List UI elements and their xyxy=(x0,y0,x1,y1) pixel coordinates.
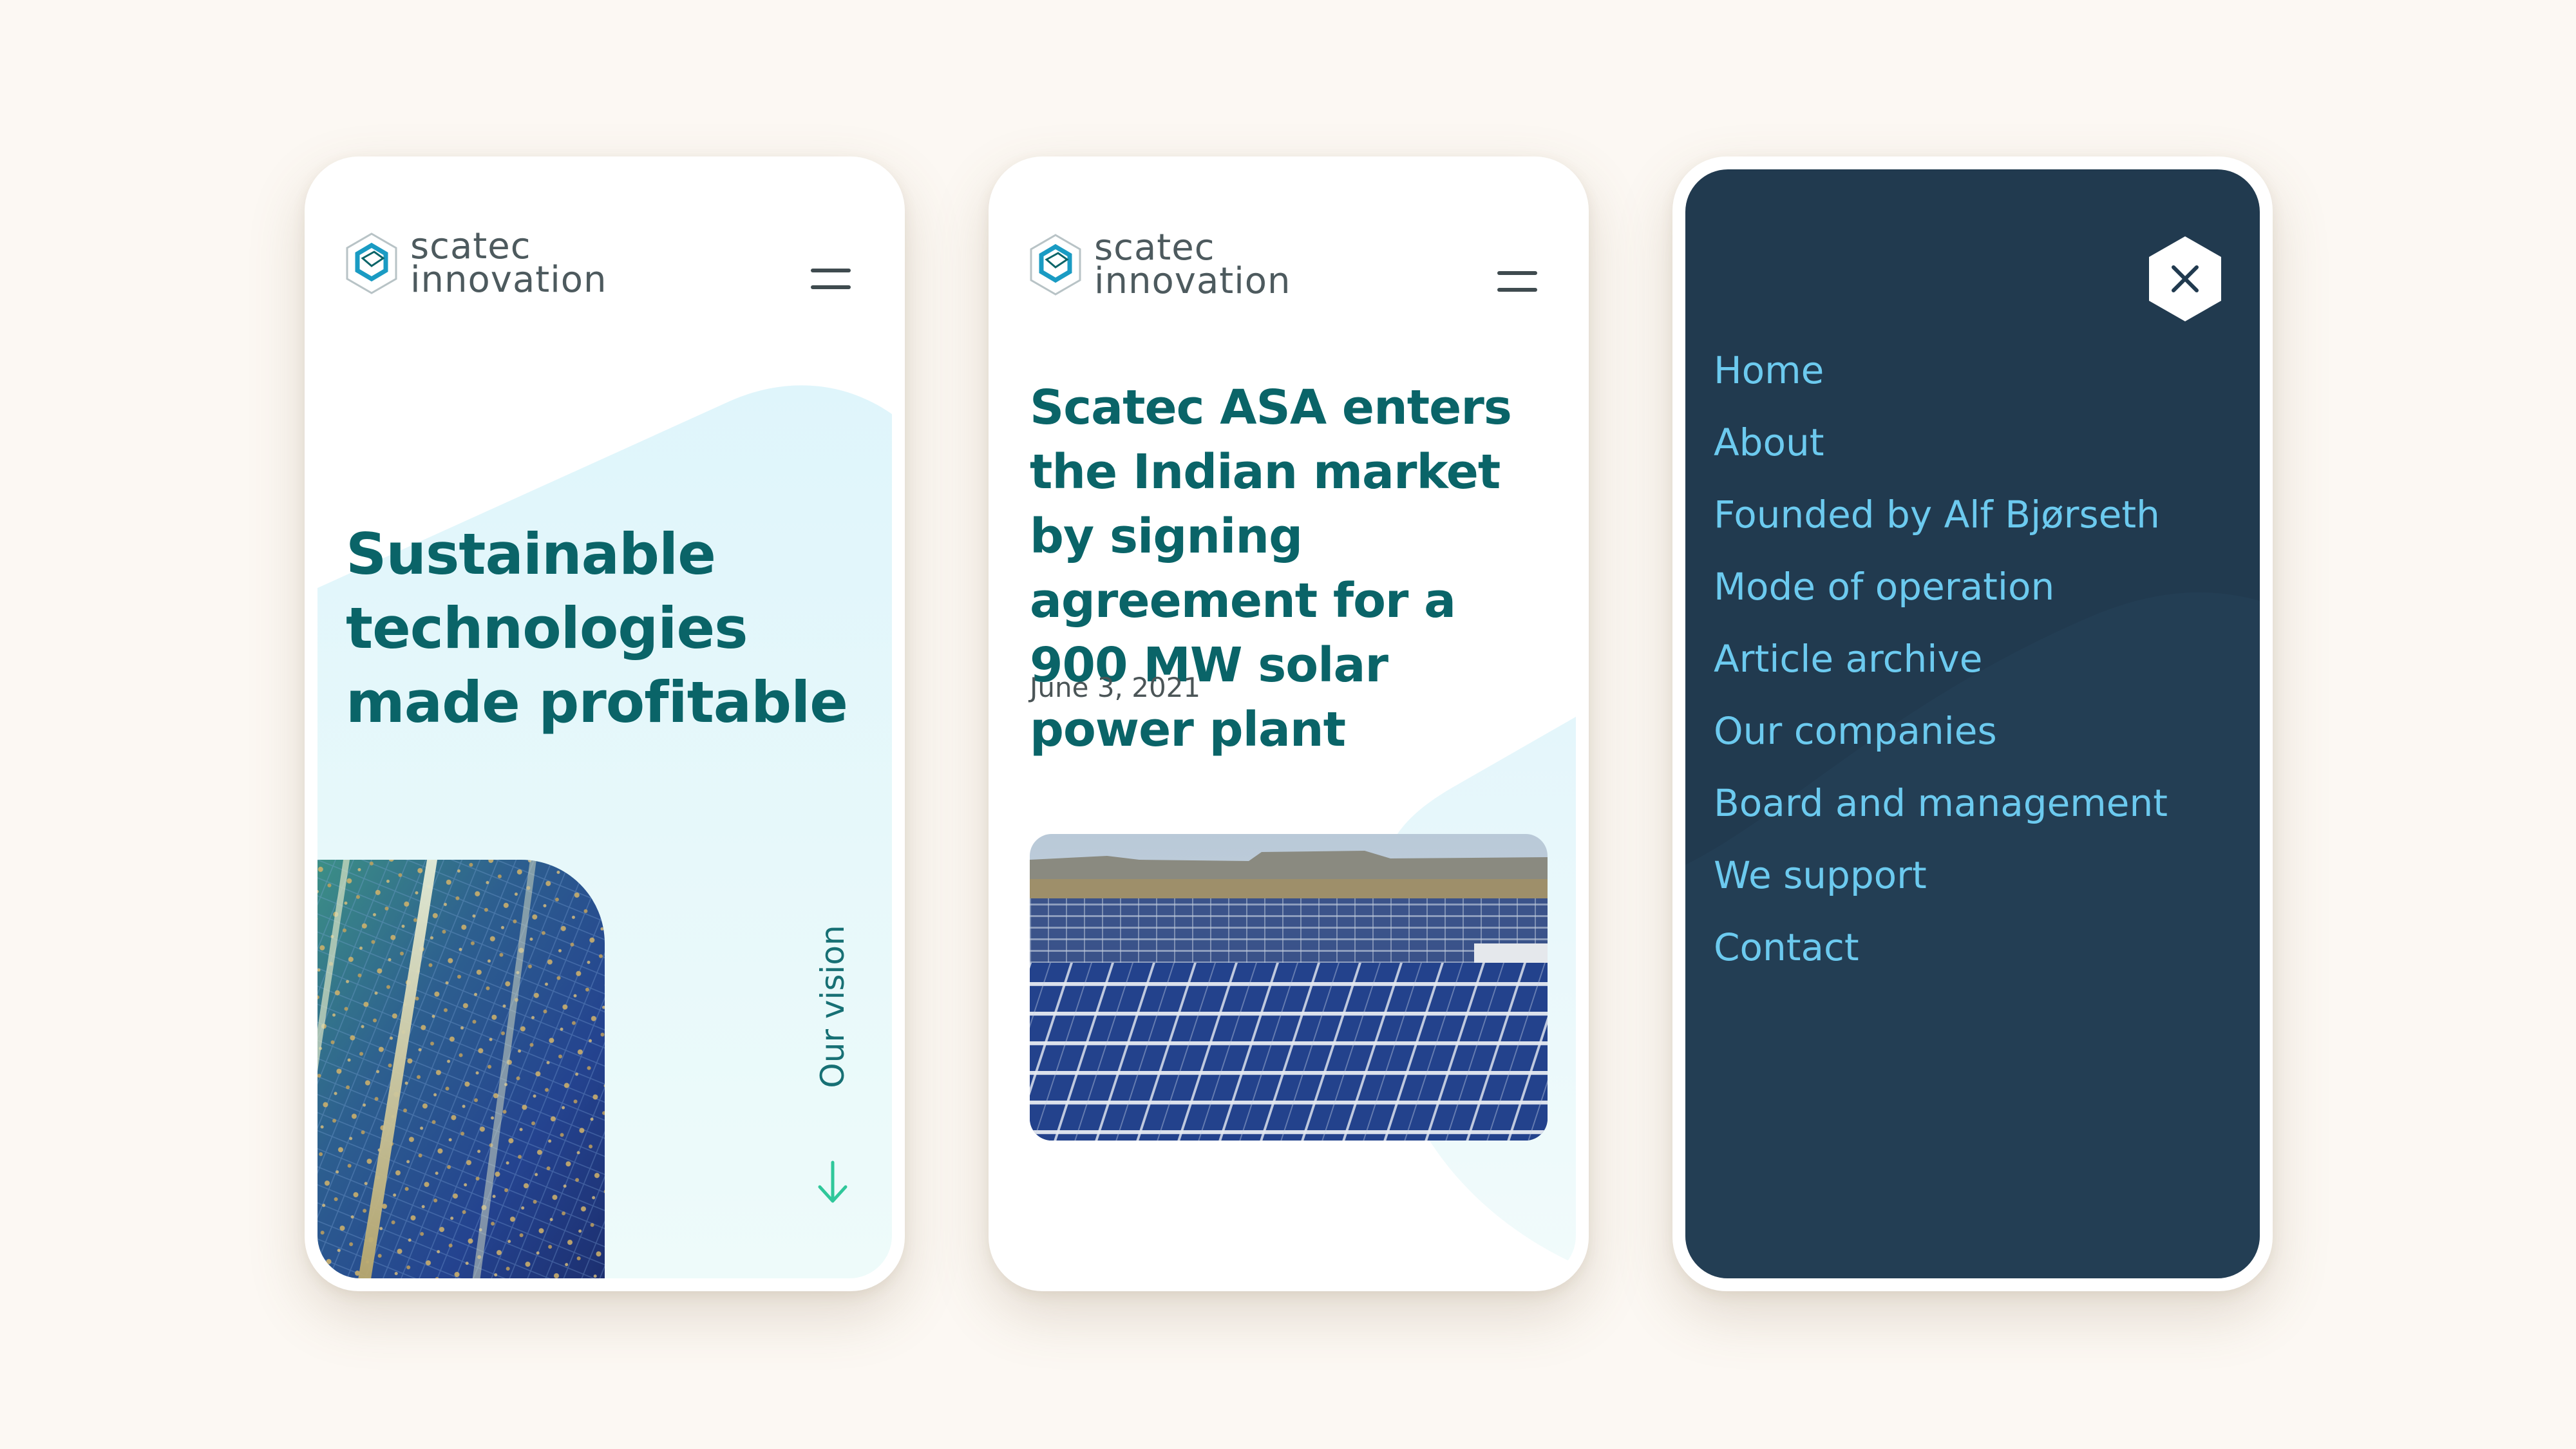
hamburger-icon[interactable] xyxy=(811,263,851,293)
brand-logo[interactable]: scatec innovation xyxy=(1027,230,1291,302)
menu-screen: Home About Founded by Alf Bjørseth Mode … xyxy=(1685,169,2260,1278)
phone-article: scatec innovation Scatec ASA enters the … xyxy=(989,156,1589,1291)
phone-menu: Home About Founded by Alf Bjørseth Mode … xyxy=(1672,156,2273,1291)
menu-item-article-archive[interactable]: Article archive xyxy=(1714,623,2168,695)
hexagon-cube-icon xyxy=(1030,234,1081,296)
our-vision-link[interactable]: Our vision xyxy=(807,846,858,1219)
solar-farm-image xyxy=(1030,834,1548,1141)
article-title: Scatec ASA enters the Indian market by s… xyxy=(1030,380,1512,757)
phone-home: scatec innovation Sustainable technologi… xyxy=(305,156,905,1291)
article-date: June 3, 2021 xyxy=(1030,672,1201,703)
hamburger-icon[interactable] xyxy=(1497,266,1537,296)
close-icon[interactable] xyxy=(2145,234,2225,324)
hero-headline: Sustainable technologies made profitable xyxy=(346,521,848,735)
our-vision-label: Our vision xyxy=(814,925,851,1088)
menu-item-founded-by[interactable]: Founded by Alf Bjørseth xyxy=(1714,478,2168,551)
solar-panel-image xyxy=(317,860,605,1278)
menu-item-we-support[interactable]: We support xyxy=(1714,839,2168,911)
hexagon-cube-icon xyxy=(346,232,397,294)
menu-item-board-and-management[interactable]: Board and management xyxy=(1714,767,2168,839)
logo-line-2: innovation xyxy=(1094,260,1291,302)
brand-logo[interactable]: scatec innovation xyxy=(343,229,607,301)
arrow-down-icon xyxy=(818,1160,848,1203)
main-menu: Home About Founded by Alf Bjørseth Mode … xyxy=(1714,334,2168,983)
home-screen: scatec innovation Sustainable technologi… xyxy=(317,169,892,1278)
menu-item-contact[interactable]: Contact xyxy=(1714,911,2168,983)
article-screen: scatec innovation Scatec ASA enters the … xyxy=(1001,169,1576,1278)
menu-item-home[interactable]: Home xyxy=(1714,334,2168,406)
menu-item-our-companies[interactable]: Our companies xyxy=(1714,695,2168,767)
menu-item-mode-of-operation[interactable]: Mode of operation xyxy=(1714,551,2168,623)
logo-line-2: innovation xyxy=(410,259,607,301)
menu-item-about[interactable]: About xyxy=(1714,406,2168,478)
